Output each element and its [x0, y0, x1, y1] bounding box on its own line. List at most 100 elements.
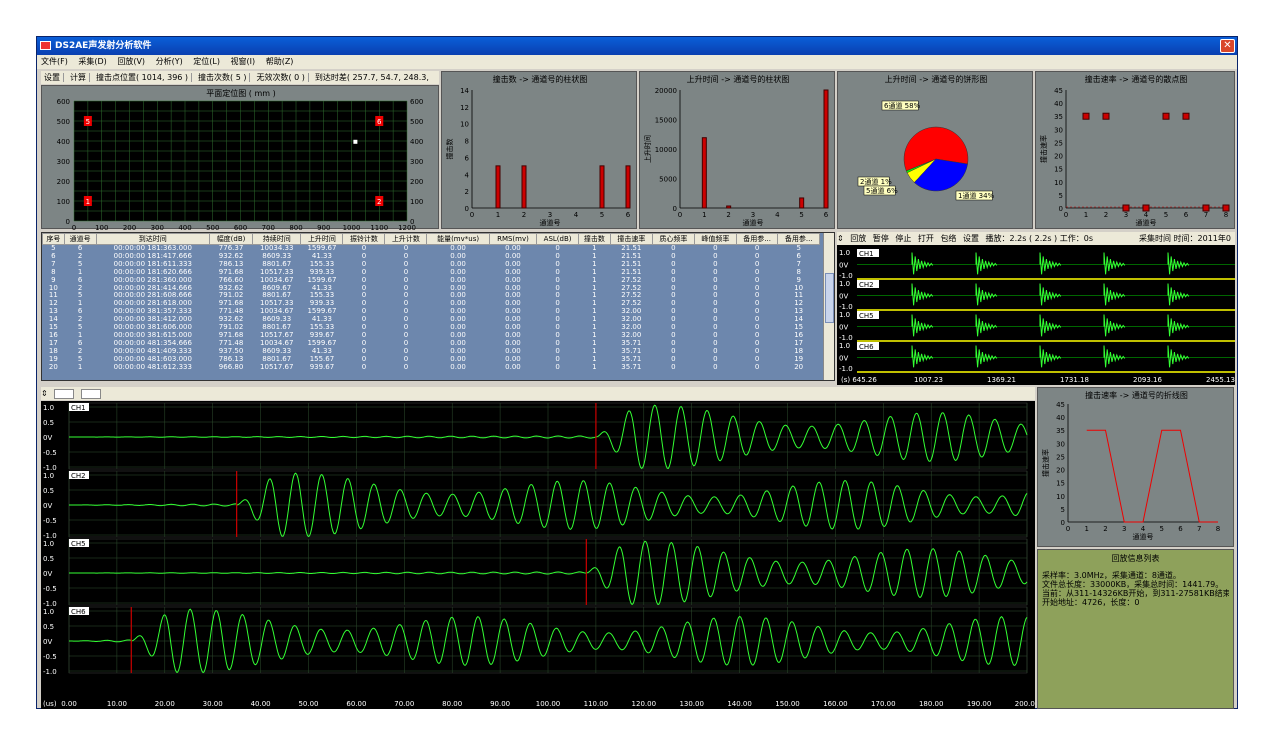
y-tick-label: 0V	[43, 502, 52, 510]
scatter-point	[1202, 204, 1210, 212]
burst	[1167, 314, 1190, 337]
column-header[interactable]: 撞击数	[577, 233, 611, 245]
x-tick-label: (s) 645.26	[841, 376, 877, 384]
y-tick-label: 4	[465, 171, 470, 179]
x-tick-label: 2093.16	[1133, 376, 1162, 384]
play-button[interactable]: 回放	[850, 234, 866, 243]
column-header[interactable]: 通道号	[63, 233, 97, 245]
x-tick-label: 70.00	[394, 700, 414, 708]
y-tick-label: -0.5	[43, 585, 57, 593]
x-tick-label: 130.00	[679, 700, 704, 708]
column-header[interactable]: 到达时间	[95, 233, 211, 245]
title-bar: DS2AE声发射分析软件 ✕	[37, 37, 1237, 55]
tab-settings[interactable]: 设置	[41, 73, 64, 82]
y-tick-label: 0V	[43, 570, 52, 578]
x-tick-label: 2	[1103, 525, 1107, 533]
menu-window[interactable]: 视窗(I)	[231, 57, 256, 66]
x-tick-label: 500	[206, 224, 219, 230]
bar	[799, 197, 805, 209]
column-header[interactable]: ASL(dB)	[536, 233, 579, 245]
y-tick-label: 1.0	[839, 280, 850, 288]
stop-button[interactable]: 停止	[895, 234, 911, 243]
x-tick-label: 1000	[343, 224, 361, 230]
y-tick-label: 20	[1054, 153, 1063, 161]
column-header[interactable]: 能量(mv*us)	[426, 233, 490, 245]
y-tick-label: -0.5	[43, 449, 57, 457]
y-tick-label: 10	[1054, 179, 1063, 187]
y-tick-label: 0	[66, 218, 70, 226]
scatter-point	[1082, 112, 1090, 120]
y-tick-label: 8	[465, 138, 469, 146]
table-row[interactable]: 20 1 00:00:00 481:612.333 966.80 10517.67 939…	[43, 362, 820, 372]
scroll-thumb[interactable]	[825, 273, 834, 323]
x-tick-label: 5	[799, 211, 803, 219]
column-header[interactable]: 峰值频率	[693, 233, 737, 245]
info-line: 采样率：3.0MHz，采集通道：8通道。	[1042, 571, 1181, 580]
wave-spin-icon[interactable]: ⇕	[41, 389, 48, 398]
column-header[interactable]: 撞击速率	[609, 233, 653, 245]
x-axis-label: 通道号	[743, 218, 764, 227]
y-tick-label: 0	[1061, 519, 1065, 527]
playback-toolbar: ⇕ 回放 暂停 停止 打开 包络 设置 播放：2.2s ( 2.2s ) 工作：…	[837, 232, 1235, 245]
burst	[1039, 252, 1062, 275]
column-header[interactable]: 备用参...	[735, 233, 779, 245]
x-tick-label: 80.00	[442, 700, 462, 708]
close-button[interactable]: ✕	[1220, 39, 1235, 53]
menu-analysis[interactable]: 分析(Y)	[156, 57, 183, 66]
column-header[interactable]: 质心频率	[651, 233, 695, 245]
playback-svg: 1.0 0V -1.0 CH1 1.0 0V -1.0 CH2 1.0 0V -1.0 CH5 1.0 0…	[839, 249, 1235, 384]
envelope-button[interactable]: 包络	[940, 234, 956, 243]
chart-title: 撞击数 -> 通道号的柱状图	[493, 74, 588, 84]
wave-input-1[interactable]	[54, 388, 75, 399]
pie-svg: 上升时间 -> 通道号的饼形图 6通道 58% 2通道 1%5通道 6% 1通道 34…	[857, 74, 995, 201]
setup-button[interactable]: 设置	[963, 234, 979, 243]
y-tick-label: -1.0	[839, 365, 853, 373]
x-tick-label: 5	[1160, 525, 1164, 533]
column-header[interactable]: 备用参...	[777, 233, 820, 245]
burst	[975, 252, 998, 275]
burst	[1167, 252, 1190, 275]
sensor-label: 1	[86, 198, 90, 206]
y-tick-label: 10	[1056, 493, 1065, 501]
channel-label: CH2	[859, 281, 874, 289]
burst	[975, 345, 998, 368]
table-cell: 0	[713, 362, 718, 371]
column-header[interactable]: 序号	[42, 233, 65, 245]
x-tick-label: 1	[1085, 525, 1089, 533]
column-header[interactable]: 持续时间	[252, 233, 302, 245]
menu-file[interactable]: 文件(F)	[41, 57, 68, 66]
menu-help[interactable]: 帮助(Z)	[266, 57, 294, 66]
table-scrollbar[interactable]	[823, 233, 834, 380]
y-tick-label: 0V	[839, 262, 848, 270]
open-button[interactable]: 打开	[918, 234, 934, 243]
wave-input-2[interactable]	[80, 388, 101, 399]
column-header[interactable]: 振铃计数	[342, 233, 386, 245]
tab-compute[interactable]: 计算	[67, 73, 90, 82]
sensor-label: 6	[377, 118, 382, 126]
column-header[interactable]: 幅度(dB)	[209, 233, 254, 245]
x-tick-label: 90.00	[490, 700, 510, 708]
x-tick-label: 4	[1144, 211, 1149, 219]
channel-label: CH1	[71, 404, 86, 412]
y-tick-label: 30	[1054, 126, 1063, 134]
y-axis-label: 撞击速率	[1039, 135, 1048, 163]
table-cell: 0.00	[505, 362, 521, 371]
scatter-point	[1102, 112, 1110, 120]
y-tick-label: 15	[1056, 480, 1065, 488]
y-tick-label: 45	[1056, 401, 1065, 409]
info-line: 当前：从311-14326KB开始，到311-27581KB结束，ZIP=114	[1042, 589, 1229, 598]
spin-icon[interactable]: ⇕	[837, 234, 844, 243]
info-line: 开始地址：4726，长度：0	[1042, 598, 1140, 607]
menu-acquire[interactable]: 采集(D)	[78, 57, 106, 66]
column-header[interactable]: 上升时间	[300, 233, 344, 245]
column-header[interactable]: RMS(mv)	[488, 233, 538, 245]
burst	[1103, 314, 1126, 337]
menu-locate[interactable]: 定位(L)	[193, 57, 220, 66]
pause-button[interactable]: 暂停	[873, 234, 889, 243]
column-header[interactable]: 上升计数	[384, 233, 428, 245]
menu-playback[interactable]: 回放(V)	[117, 57, 145, 66]
y-tick-label: -1.0	[839, 272, 853, 280]
y-tick-label: 35	[1056, 427, 1065, 435]
y-tick-label: 10000	[655, 146, 677, 154]
plane-title: 平面定位图 ( mm )	[206, 88, 275, 98]
